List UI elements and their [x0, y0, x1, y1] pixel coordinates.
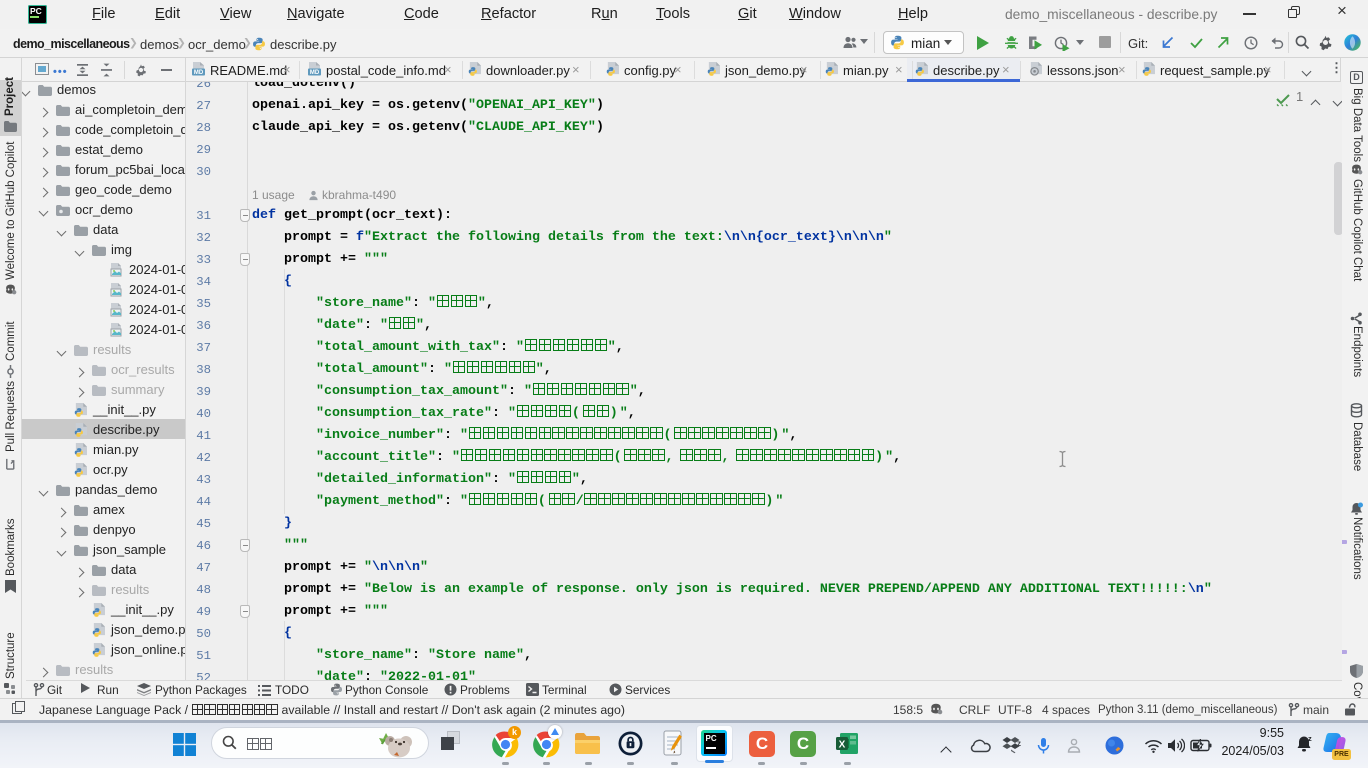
svg-text:MD: MD	[310, 70, 320, 76]
svg-text:z: z	[1308, 735, 1312, 743]
svg-text:X: X	[839, 740, 846, 751]
svg-text:z: z	[1017, 739, 1021, 748]
svg-text:MD: MD	[194, 70, 204, 76]
